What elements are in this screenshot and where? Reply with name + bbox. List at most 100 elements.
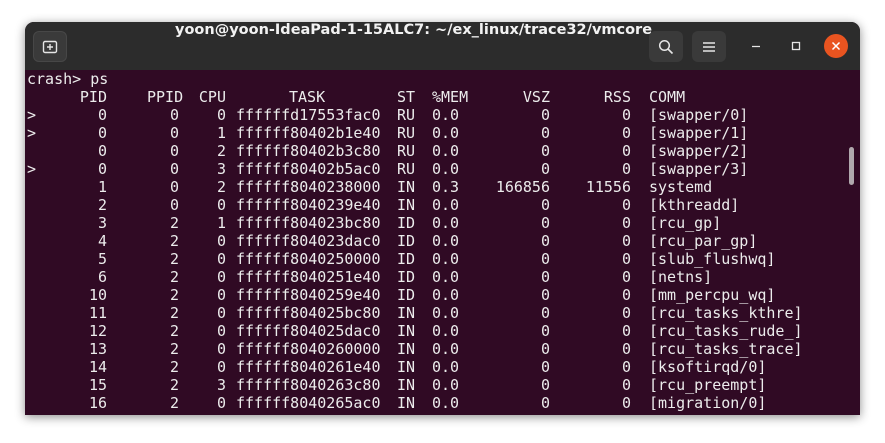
row-marker: > [27, 106, 37, 124]
title-bar: yoon@yoon-IdeaPad-1-15ALC7: ~/ex_linux/t… [25, 22, 860, 70]
cpu-cell: 1 [216, 214, 226, 232]
header-rss: RSS [603, 88, 631, 106]
ppid-cell: 2 [169, 322, 179, 340]
comm-cell: [rcu_tasks_trace] [649, 340, 803, 358]
header-task: TASK [289, 88, 326, 106]
terminal-window: yoon@yoon-IdeaPad-1-15ALC7: ~/ex_linux/t… [25, 22, 860, 415]
comm-cell: [netns] [649, 268, 713, 286]
task-cell: ffffff8040263c80 [236, 376, 381, 394]
state-cell: IN [397, 376, 416, 394]
minimize-button[interactable] [744, 34, 768, 58]
state-cell: ID [397, 232, 416, 250]
cpu-cell: 1 [216, 124, 226, 142]
pid-cell: 16 [88, 394, 107, 412]
comm-cell: systemd [649, 178, 713, 196]
cpu-cell: 0 [216, 106, 226, 124]
comm-cell: [rcu_par_gp] [649, 232, 758, 250]
new-tab-button[interactable] [33, 31, 67, 62]
state-cell: IN [397, 358, 416, 376]
scrollbar-thumb[interactable] [849, 147, 854, 185]
comm-cell: [ksoftirqd/0] [649, 358, 767, 376]
comm-cell: [migration/0] [649, 394, 767, 412]
rss-cell: 0 [621, 358, 631, 376]
vsz-cell: 0 [540, 394, 550, 412]
task-cell: ffffff8040238000 [236, 178, 381, 196]
rss-cell: 0 [621, 232, 631, 250]
mem-cell: 0.0 [432, 124, 460, 142]
vsz-cell: 0 [540, 376, 550, 394]
process-row: 15 2 3 ffffff8040263c80 IN 0.0 0 0 [rcu_preempt] [27, 376, 847, 394]
pid-cell: 0 [97, 124, 107, 142]
process-row: 14 2 0 ffffff8040261e40 IN 0.0 0 0 [ksoftirqd/0] [27, 358, 847, 376]
vsz-cell: 166856 [495, 178, 550, 196]
header-vsz: VSZ [522, 88, 550, 106]
row-marker: > [27, 160, 37, 178]
cpu-cell: 0 [216, 232, 226, 250]
mem-cell: 0.0 [432, 142, 460, 160]
pid-cell: 0 [97, 142, 107, 160]
close-icon [831, 41, 841, 51]
ppid-cell: 2 [169, 214, 179, 232]
ppid-cell: 0 [169, 142, 179, 160]
process-row: 10 2 0 ffffff8040259e40 ID 0.0 0 0 [mm_percpu_wq… [27, 286, 847, 304]
process-row: 0 0 2 ffffff80402b3c80 RU 0.0 0 0 [swapper/2] [27, 142, 847, 160]
close-button[interactable] [824, 34, 848, 58]
search-button[interactable] [649, 31, 683, 62]
comm-cell: [swapper/3] [649, 160, 749, 178]
header-pid: PID [79, 88, 107, 106]
ppid-cell: 2 [169, 376, 179, 394]
task-cell: ffffff80402b5ac0 [236, 160, 381, 178]
vsz-cell: 0 [540, 232, 550, 250]
process-row: 11 2 0 ffffff804025bc80 IN 0.0 0 0 [rcu_tasks_kt… [27, 304, 847, 322]
cpu-cell: 0 [216, 394, 226, 412]
mem-cell: 0.0 [432, 322, 460, 340]
header-st: ST [397, 88, 416, 106]
rss-cell: 0 [621, 340, 631, 358]
ppid-cell: 0 [169, 160, 179, 178]
task-cell: ffffff804025dac0 [236, 322, 381, 340]
terminal-output[interactable]: crash> ps PID PPID CPU TASK ST %MEM VSZ … [27, 70, 847, 415]
vsz-cell: 0 [540, 250, 550, 268]
process-row: >0 0 3 ffffff80402b5ac0 RU 0.0 0 0 [swapper/3] [27, 160, 847, 178]
comm-cell: [rcu_tasks_rude_] [649, 322, 803, 340]
process-row: 13 2 0 ffffff8040260000 IN 0.0 0 0 [rcu_tasks_tr… [27, 340, 847, 358]
state-cell: IN [397, 178, 416, 196]
vsz-cell: 0 [540, 322, 550, 340]
task-cell: ffffff8040265ac0 [236, 394, 381, 412]
pid-cell: 5 [97, 250, 107, 268]
process-row: 3 2 1 ffffff804023bc80 ID 0.0 0 0 [rcu_gp] [27, 214, 847, 232]
menu-button[interactable] [692, 31, 726, 62]
vsz-cell: 0 [540, 196, 550, 214]
pid-cell: 13 [88, 340, 107, 358]
header-cpu: CPU [198, 88, 226, 106]
task-cell: ffffff8040250000 [236, 250, 381, 268]
mem-cell: 0.0 [432, 394, 460, 412]
state-cell: ID [397, 214, 416, 232]
mem-cell: 0.0 [432, 304, 460, 322]
header-ppid: PPID [147, 88, 184, 106]
cpu-cell: 0 [216, 340, 226, 358]
mem-cell: 0.0 [432, 340, 460, 358]
rss-cell: 0 [621, 106, 631, 124]
rss-cell: 0 [621, 304, 631, 322]
comm-cell: [rcu_gp] [649, 214, 722, 232]
state-cell: ID [397, 250, 416, 268]
mem-cell: 0.0 [432, 268, 460, 286]
pid-cell: 6 [97, 268, 107, 286]
state-cell: RU [397, 106, 416, 124]
comm-cell: [rcu_preempt] [649, 376, 767, 394]
state-cell: RU [397, 160, 416, 178]
mem-cell: 0.0 [432, 232, 460, 250]
task-cell: ffffff8040259e40 [236, 286, 381, 304]
pid-cell: 0 [97, 160, 107, 178]
maximize-button[interactable] [784, 34, 808, 58]
ppid-cell: 2 [169, 268, 179, 286]
process-row: 12 2 0 ffffff804025dac0 IN 0.0 0 0 [rcu_tasks_ru… [27, 322, 847, 340]
process-row: 4 2 0 ffffff804023dac0 ID 0.0 0 0 [rcu_par_gp] [27, 232, 847, 250]
mem-cell: 0.0 [432, 214, 460, 232]
vsz-cell: 0 [540, 214, 550, 232]
vsz-cell: 0 [540, 340, 550, 358]
cpu-cell: 0 [216, 304, 226, 322]
comm-cell: [rcu_tasks_kthre] [649, 304, 803, 322]
pid-cell: 3 [97, 214, 107, 232]
